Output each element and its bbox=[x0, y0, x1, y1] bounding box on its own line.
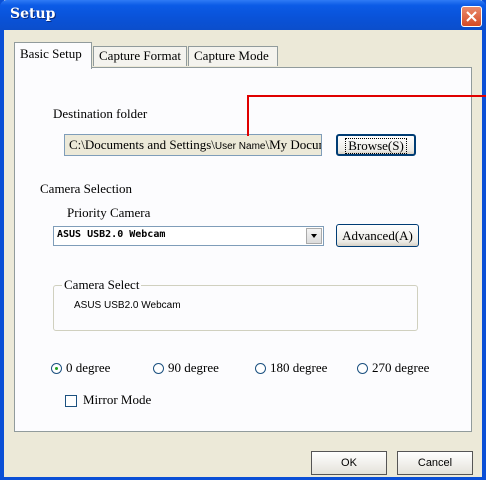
radio-0-degree[interactable] bbox=[51, 363, 62, 374]
priority-camera-value: ASUS USB2.0 Webcam bbox=[57, 229, 166, 240]
camera-select-group-label: Camera Select bbox=[62, 277, 142, 293]
radio-180-degree[interactable] bbox=[255, 363, 266, 374]
radio-270-degree[interactable] bbox=[357, 363, 368, 374]
radio-180-degree-label: 180 degree bbox=[270, 360, 328, 375]
tab-capture-format[interactable]: Capture Format bbox=[93, 46, 187, 66]
mirror-mode-checkbox[interactable] bbox=[65, 395, 77, 407]
close-icon bbox=[466, 11, 477, 22]
title-bar[interactable]: Setup bbox=[0, 0, 486, 30]
camera-selection-label: Camera Selection bbox=[40, 181, 133, 196]
radio-90-degree[interactable] bbox=[153, 363, 164, 374]
camera-select-value: ASUS USB2.0 Webcam bbox=[74, 300, 181, 311]
radio-0-degree-label: 0 degree bbox=[66, 360, 111, 375]
close-button[interactable] bbox=[461, 6, 482, 27]
browse-button-label: Browse(S) bbox=[345, 138, 407, 154]
mirror-mode-label: Mirror Mode bbox=[83, 392, 152, 407]
ok-button[interactable]: OK bbox=[311, 451, 387, 475]
window-title: Setup bbox=[10, 6, 56, 22]
camera-select-group: Camera Select ASUS USB2.0 Webcam bbox=[53, 277, 418, 331]
tab-capture-mode[interactable]: Capture Mode bbox=[188, 46, 278, 66]
radio-90-degree-label: 90 degree bbox=[168, 360, 219, 375]
path-prefix: C:\Documents and Settings\ bbox=[69, 137, 215, 152]
tab-basic-setup[interactable]: Basic Setup bbox=[14, 42, 92, 69]
priority-camera-select[interactable]: ASUS USB2.0 Webcam bbox=[53, 226, 324, 246]
path-user-name: User Name bbox=[214, 141, 266, 152]
chevron-down-icon bbox=[311, 234, 317, 238]
annotation-pointer bbox=[247, 95, 486, 136]
radio-270-degree-label: 270 degree bbox=[372, 360, 430, 375]
priority-camera-label: Priority Camera bbox=[67, 205, 151, 220]
advanced-button[interactable]: Advanced(A) bbox=[336, 224, 419, 247]
cancel-button[interactable]: Cancel bbox=[397, 451, 473, 475]
destination-folder-label: Destination folder bbox=[53, 106, 148, 121]
camera-dropdown-button[interactable] bbox=[306, 228, 322, 244]
